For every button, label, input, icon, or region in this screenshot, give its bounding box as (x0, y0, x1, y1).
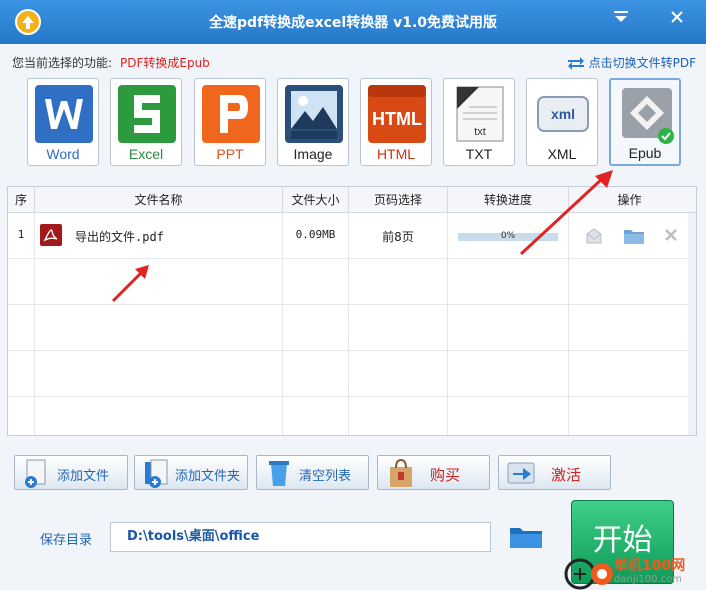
switch-mode-link[interactable]: 点击切换文件转PDF (567, 54, 696, 71)
format-label-ppt: PPT (216, 146, 244, 162)
txt-icon: txt (456, 86, 504, 142)
watermark-text: 单机100网 (614, 558, 686, 574)
ppt-icon (202, 85, 260, 143)
svg-text:txt: txt (474, 126, 486, 138)
shopping-bag-icon (390, 458, 412, 487)
function-value: PDF转换成Epub (120, 56, 210, 70)
row-filename: 导出的文件.pdf (75, 230, 164, 244)
col-header-pages: 页码选择 (349, 187, 448, 213)
save-dir-label: 保存目录 (40, 533, 93, 548)
save-dir-input[interactable]: D:\tools\桌面\office (110, 522, 491, 552)
add-folder-label: 添加文件夹 (175, 469, 241, 484)
row-filesize: 0.09MB (295, 228, 336, 241)
watermark-url: danji100.com (614, 574, 682, 585)
format-tile-word[interactable]: Word (27, 78, 99, 166)
add-file-icon (25, 459, 46, 488)
pdf-file-icon (40, 224, 62, 246)
col-header-name: 文件名称 (35, 187, 283, 213)
browse-folder-icon[interactable] (508, 522, 544, 552)
buy-label: 购买 (430, 466, 461, 484)
annotation-arrow-epub (519, 170, 613, 256)
format-label-excel: Excel (128, 146, 164, 162)
format-label-txt: TXT (465, 146, 493, 162)
activate-button[interactable]: 激活 (498, 455, 611, 490)
xml-icon: xml (537, 96, 589, 132)
add-file-label: 添加文件 (57, 469, 110, 484)
annotation-arrow-table (111, 265, 149, 303)
buy-button[interactable]: 购买 (377, 455, 490, 490)
format-label-html: HTML (376, 146, 416, 162)
function-label: 您当前选择的功能: (12, 56, 113, 70)
trash-icon (269, 461, 289, 486)
folder-icon[interactable] (623, 226, 645, 246)
add-folder-icon (145, 459, 168, 488)
html-icon: HTML (368, 85, 426, 143)
format-tile-image[interactable]: Image (277, 78, 349, 166)
col-header-size: 文件大小 (283, 187, 349, 213)
svg-text:xml: xml (551, 106, 575, 122)
close-icon[interactable] (666, 8, 688, 30)
format-tile-xml[interactable]: xml XML (526, 78, 598, 166)
window-title: 全速pdf转换成excel转换器 v1.0免费试用版 (208, 15, 498, 31)
switch-mode-label: 点击切换文件转PDF (588, 56, 696, 70)
excel-icon (118, 85, 176, 143)
format-label-image: Image (293, 146, 333, 162)
table-row-empty (8, 397, 696, 435)
clear-list-label: 清空列表 (299, 469, 352, 484)
table-row-empty (8, 305, 696, 351)
format-label-xml: XML (547, 146, 577, 162)
add-folder-button[interactable]: 添加文件夹 (134, 455, 248, 490)
activate-label: 激活 (551, 466, 582, 484)
format-label-word: Word (46, 146, 80, 162)
row-index: 1 (17, 228, 25, 241)
row-pages-select[interactable]: 前8页 (349, 228, 447, 245)
col-header-index: 序 (8, 187, 35, 213)
table-row-empty (8, 351, 696, 397)
format-tile-excel[interactable]: Excel (110, 78, 182, 166)
format-tile-txt[interactable]: txt TXT (443, 78, 515, 166)
delete-icon[interactable] (663, 227, 679, 243)
table-scrollbar[interactable] (688, 213, 696, 435)
format-tile-epub[interactable]: Epub (609, 78, 681, 166)
add-file-button[interactable]: 添加文件 (14, 455, 128, 490)
dropdown-menu-icon[interactable] (610, 8, 632, 30)
epub-icon (622, 88, 674, 144)
image-icon (285, 85, 343, 143)
title-bar: 全速pdf转换成excel转换器 v1.0免费试用版 (0, 0, 706, 44)
svg-text:HTML: HTML (372, 109, 422, 129)
clear-list-button[interactable]: 清空列表 (256, 455, 369, 490)
swap-arrows-icon (567, 56, 584, 70)
activate-arrow-icon (507, 462, 535, 484)
format-label-epub: Epub (628, 145, 662, 161)
format-tile-html[interactable]: HTML HTML (360, 78, 432, 166)
format-tile-ppt[interactable]: PPT (194, 78, 266, 166)
word-icon (35, 85, 93, 143)
